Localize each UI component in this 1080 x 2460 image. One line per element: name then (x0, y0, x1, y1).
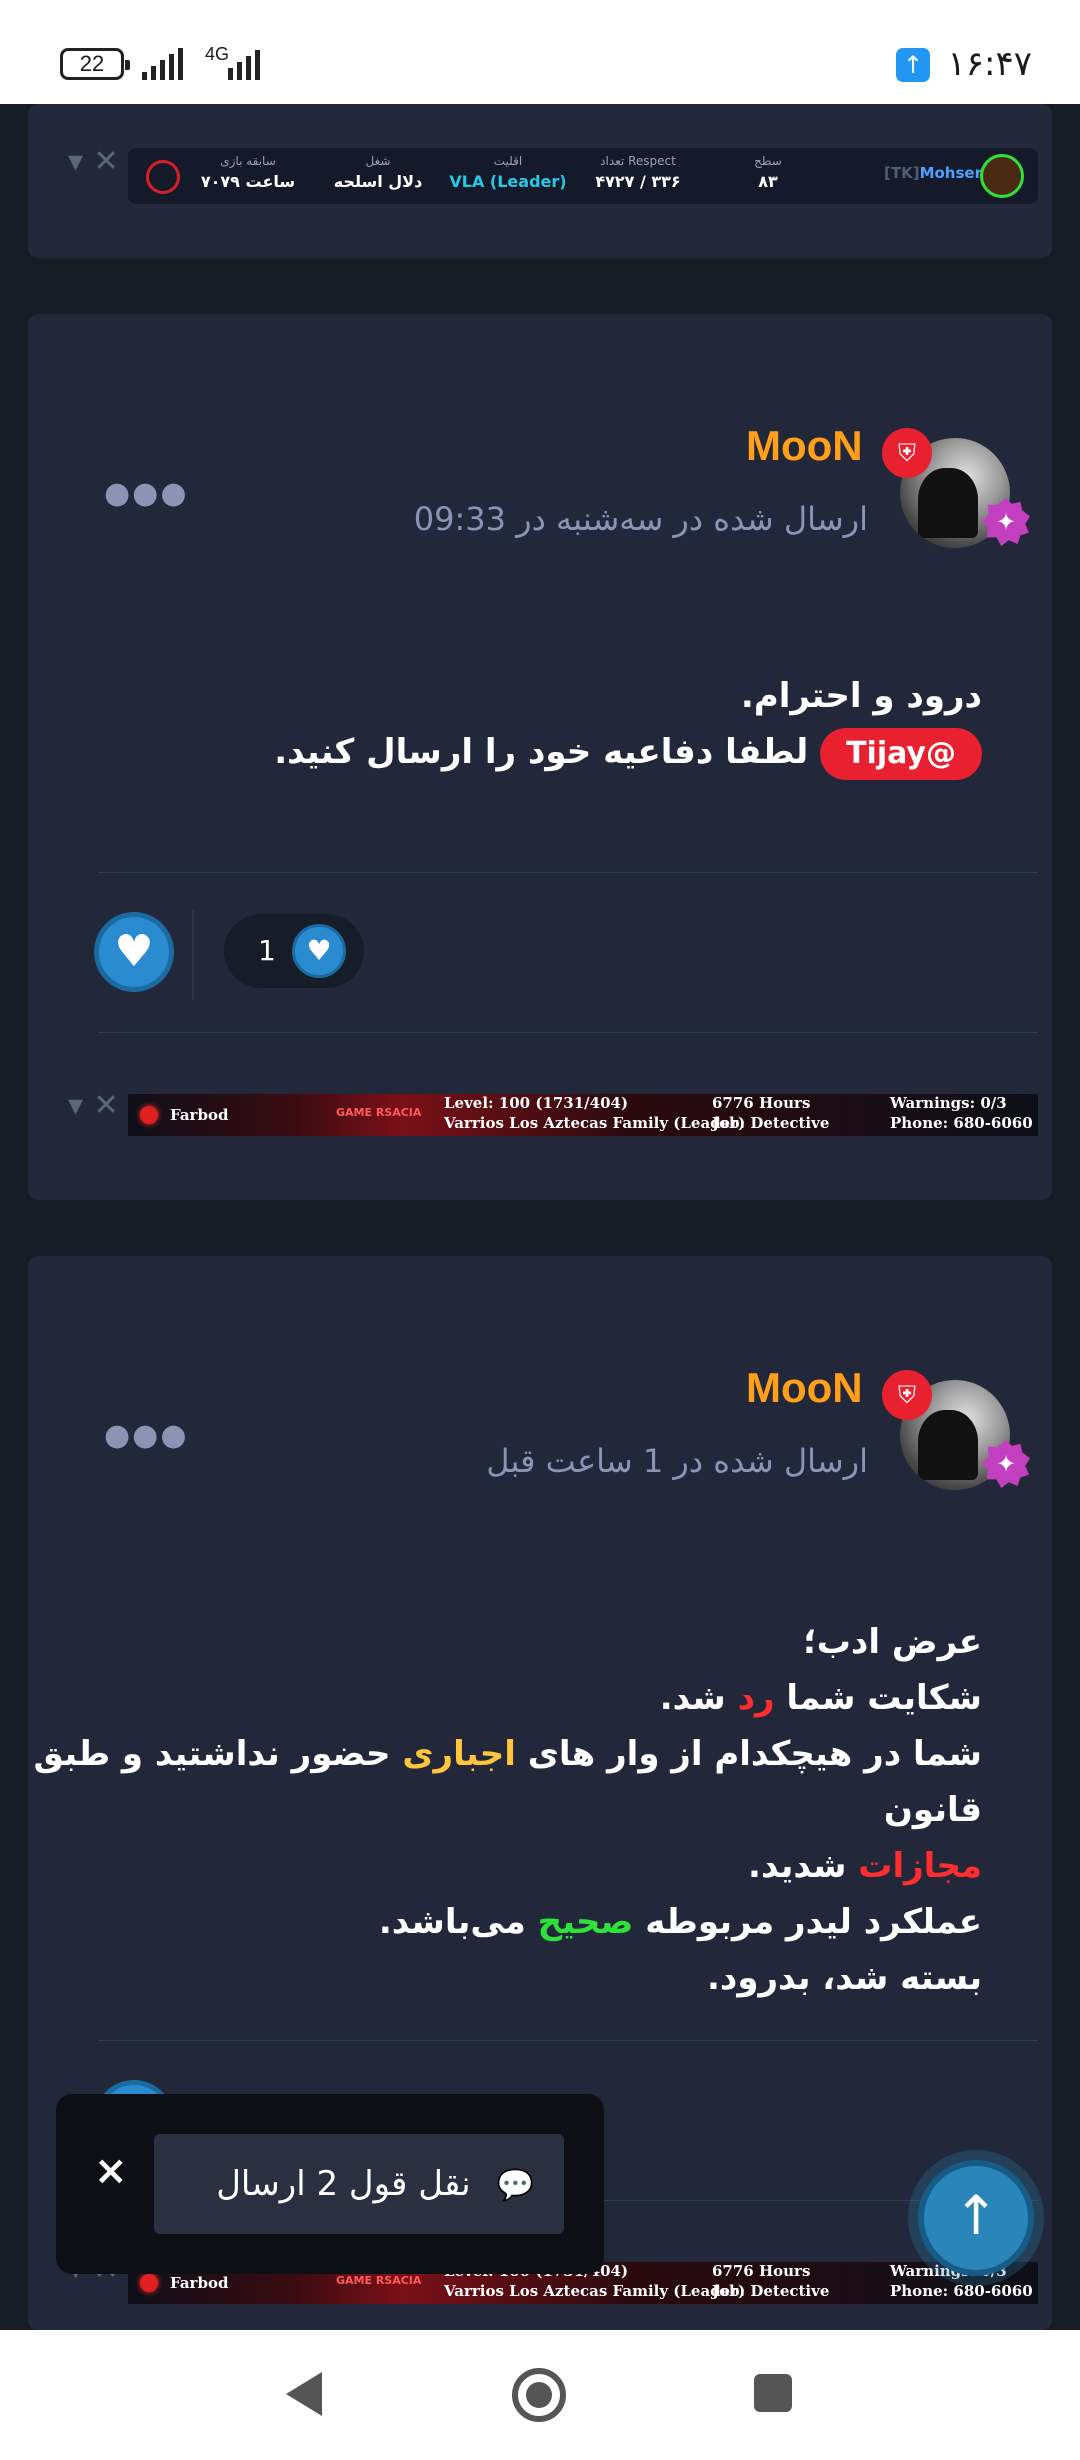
multiquote-button[interactable]: 💬 نقل قول 2 ارسال (154, 2134, 564, 2234)
signature-warnings: Warnings: 0/3 (890, 1094, 1007, 1112)
signature-job: Job: Detective (712, 2282, 830, 2300)
rank-badge-icon: ✦ (982, 1440, 1030, 1488)
signature-level: Level: 100 (1731/404) (444, 1094, 629, 1112)
user-signature: سابقه بازی ۷۰۷۹ ساعت شغل دلال اسلحه اقلیت V… (128, 148, 1038, 204)
multiquote-bar: × 💬 نقل قول 2 ارسال (56, 2094, 604, 2274)
shield-icon: ⛨ (882, 1370, 932, 1420)
like-button[interactable]: ♥ (94, 912, 174, 992)
post-content: درود و احترام. Tijay@ لطفا دفاعیه خود را… (274, 668, 982, 780)
status-bar: 22 4G ↑ ۱۶:۴۷ (0, 0, 1080, 104)
back-icon[interactable] (286, 2372, 322, 2416)
signature-controls[interactable]: ▾ ✕ (68, 1088, 119, 1123)
network-type: 4G (205, 44, 230, 64)
post-author[interactable]: MooN (746, 422, 863, 470)
game-logo: GAME RSACIA (336, 1106, 422, 1119)
signature-avatar (980, 154, 1024, 198)
gta-logo-icon (146, 160, 180, 194)
clock: ۱۶:۴۷ (947, 44, 1032, 84)
battery-indicator: 22 (60, 48, 130, 80)
previous-post-card: ▾ ✕ سابقه بازی ۷۰۷۹ ساعت شغل دلال اسلحه اق… (28, 104, 1052, 258)
signature-name: Farbod (170, 1106, 229, 1124)
post-author[interactable]: MooN (746, 1364, 863, 1412)
signal-icon-2 (228, 46, 260, 80)
user-signature: Farbod GAME RSACIA Level: 100 (1731/404)… (128, 1094, 1038, 1136)
signature-controls[interactable]: ▾ ✕ (68, 144, 119, 179)
signature-username: [TK]Mohsen (884, 164, 986, 182)
signature-job: Job: Detective (712, 1114, 830, 1132)
chat-bubbles-icon: 💬 (496, 2168, 534, 2203)
divider (98, 2040, 1038, 2041)
post-content: عرض ادب؛ شکایت شما رد شد. شما در هیچکدام… (33, 1622, 982, 1998)
signature-name: Farbod (170, 2274, 229, 2292)
separator (192, 910, 194, 1000)
post-date[interactable]: ارسال شده در سه‌شنبه در 09:33 (408, 500, 868, 538)
more-dots-icon[interactable]: ●●● (104, 1418, 189, 1453)
game-logo: GAME RSACIA (336, 2274, 422, 2287)
status-light-icon (140, 2274, 158, 2292)
reaction-count: 1 (258, 934, 276, 967)
divider (98, 1032, 1038, 1033)
signature-hours: 6776 Hours (712, 1094, 811, 1112)
post-card: ⛨ ✦ MooN ارسال شده در سه‌شنبه در 09:33 ●… (28, 314, 1052, 1200)
user-mention[interactable]: Tijay@ (820, 728, 982, 780)
signature-phone: Phone: 680-6060 (890, 1114, 1033, 1132)
heart-icon: ♥ (292, 924, 346, 978)
signature-family: Varrios Los Aztecas Family (Leader) (444, 2282, 746, 2300)
upload-icon: ↑ (896, 48, 930, 82)
multiquote-label: نقل قول 2 ارسال (216, 2164, 471, 2204)
recent-apps-icon[interactable] (754, 2374, 792, 2412)
status-light-icon (140, 1106, 158, 1124)
signature-phone: Phone: 680-6060 (890, 2282, 1033, 2300)
signature-family: Varrios Los Aztecas Family (Leader) (444, 1114, 746, 1132)
post-date[interactable]: ارسال شده در 1 ساعت قبل (448, 1442, 868, 1480)
close-icon[interactable]: × (94, 2148, 128, 2194)
signature-hours: 6776 Hours (712, 2262, 811, 2280)
divider (98, 872, 1038, 873)
more-dots-icon[interactable]: ●●● (104, 476, 189, 511)
shield-icon: ⛨ (882, 428, 932, 478)
arrow-up-icon: ↑ (953, 2184, 999, 2247)
reaction-summary[interactable]: 1 ♥ (224, 914, 364, 988)
signal-icon (142, 46, 183, 80)
navigation-bar (0, 2330, 1080, 2460)
home-icon[interactable] (512, 2368, 566, 2422)
rank-badge-icon: ✦ (982, 498, 1030, 546)
scroll-top-button[interactable]: ↑ (918, 2160, 1034, 2276)
